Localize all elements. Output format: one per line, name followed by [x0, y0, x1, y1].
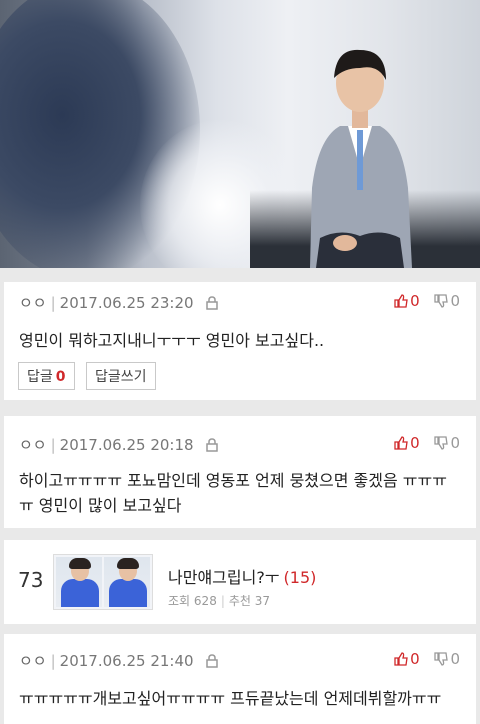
comment-date: 2017.06.25 23:20 — [59, 294, 194, 312]
comment-text: 영민이 뭐하고지내니ㅜㅜㅜ 영민아 보고싶다.. — [19, 331, 325, 350]
upvote-count: 0 — [410, 650, 420, 668]
upvote-button[interactable]: 0 — [394, 434, 420, 452]
comment-meta: ㅇㅇ | 2017.06.25 23:20 — [19, 292, 219, 313]
downvote-button[interactable]: 0 — [434, 434, 460, 452]
lock-icon — [206, 296, 219, 310]
comment-meta: ㅇㅇ | 2017.06.25 20:18 — [19, 434, 219, 455]
downvote-count: 0 — [450, 292, 460, 310]
recommend-count: 37 — [254, 594, 271, 608]
downvote-count: 0 — [450, 650, 460, 668]
recommend-label: 추천 — [228, 594, 251, 608]
comment-date: 2017.06.25 20:18 — [59, 436, 194, 454]
upvote-count: 0 — [410, 434, 420, 452]
comment-card: ㅇㅇ | 2017.06.25 21:40 0 0 ㅠㅠㅠㅠㅠ개보고싶어ㅠㅠㅠㅠ 프… — [4, 634, 476, 724]
comment-text: 하이고ㅠㅠㅠㅠ 포뇨맘인데 영동포 언제 뭉쳤으면 좋겠음 ㅠㅠㅠㅠ 영민이 많… — [19, 471, 447, 515]
post-title-text: 나만얘그립니?ㅜ — [168, 568, 280, 587]
lock-icon — [206, 438, 219, 452]
hero-photo — [0, 0, 480, 268]
vote-box: 0 0 — [394, 292, 460, 310]
upvote-count: 0 — [410, 292, 420, 310]
thumbs-down-icon — [434, 294, 449, 308]
downvote-button[interactable]: 0 — [434, 650, 460, 668]
comment-meta: ㅇㅇ | 2017.06.25 21:40 — [19, 650, 219, 671]
comment-author: ㅇㅇ — [19, 652, 47, 670]
reply-list-button[interactable]: 답글 0 — [18, 362, 75, 390]
write-reply-button[interactable]: 답글쓰기 — [86, 362, 156, 390]
thumbs-up-icon — [394, 652, 408, 666]
photo-person — [310, 49, 412, 268]
comment-card: ㅇㅇ | 2017.06.25 20:18 0 0 하이고ㅠㅠㅠㅠ 포뇨맘인데 영동… — [4, 416, 476, 528]
post-thumbnail — [53, 554, 153, 610]
post-comment-count: (15) — [283, 568, 317, 587]
vote-box: 0 0 — [394, 434, 460, 452]
comment-card: ㅇㅇ | 2017.06.25 23:20 0 0 영민이 뭐하고지내니ㅜㅜㅜ 영민… — [4, 282, 476, 400]
reply-label: 답글 — [27, 369, 53, 385]
popular-post[interactable]: 73 나만얘그립니?ㅜ (15) 조회 628 | 추천 37 — [4, 540, 476, 624]
upvote-button[interactable]: 0 — [394, 650, 420, 668]
lock-icon — [206, 654, 219, 668]
thumbs-up-icon — [394, 294, 408, 308]
downvote-button[interactable]: 0 — [434, 292, 460, 310]
comment-text: ㅠㅠㅠㅠㅠ개보고싶어ㅠㅠㅠㅠ 프듀끝났는데 언제데뷔할까ㅠㅠ — [19, 689, 442, 708]
upvote-button[interactable]: 0 — [394, 292, 420, 310]
post-rank: 73 — [18, 568, 44, 592]
thumbs-down-icon — [434, 652, 449, 666]
comment-author: ㅇㅇ — [19, 294, 47, 312]
thumbs-down-icon — [434, 436, 449, 450]
thumbs-up-icon — [394, 436, 408, 450]
views-label: 조회 — [168, 594, 191, 608]
downvote-count: 0 — [450, 434, 460, 452]
reply-count: 0 — [55, 369, 66, 385]
comment-date: 2017.06.25 21:40 — [59, 652, 194, 670]
post-title[interactable]: 나만얘그립니?ㅜ (15) — [168, 564, 316, 588]
vote-box: 0 0 — [394, 650, 460, 668]
post-stats: 조회 628 | 추천 37 — [168, 594, 271, 608]
comment-author: ㅇㅇ — [19, 436, 47, 454]
views-count: 628 — [193, 594, 217, 608]
